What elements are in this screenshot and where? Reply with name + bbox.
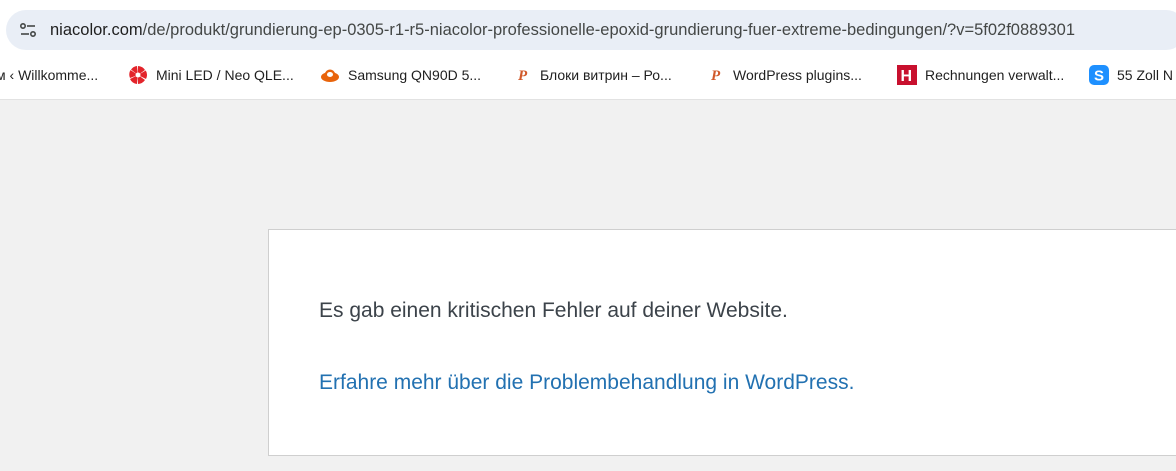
svg-text:S: S	[1094, 68, 1104, 85]
blue-s-icon: S	[1089, 65, 1109, 85]
url-text[interactable]: niacolor.com/de/produkt/grundierung-ep-0…	[50, 20, 1075, 40]
bookmark-samsung[interactable]: Samsung QN90D 5...	[320, 62, 481, 88]
bookmark-label: Mini LED / Neo QLE...	[156, 67, 294, 83]
svg-text:P: P	[518, 68, 528, 84]
orange-hat-icon	[321, 69, 339, 82]
bookmark-55-zoll[interactable]: S 55 Zoll N	[1089, 62, 1173, 88]
bookmark-rechnungen[interactable]: H Rechnungen verwalt...	[897, 62, 1064, 88]
pressable-icon: P	[711, 68, 721, 84]
bookmark-label: WordPress plugins...	[733, 67, 862, 83]
bookmark-label: Блоки витрин – Ро...	[540, 67, 672, 83]
bookmark-label: Samsung QN90D 5...	[348, 67, 482, 83]
url-path: /de/produkt/grundierung-ep-0305-r1-r5-ni…	[142, 21, 1076, 39]
bookmark-willkommen[interactable]: м ‹ Willkomme...	[0, 62, 98, 88]
bookmark-wordpress-plugins[interactable]: P WordPress plugins...	[705, 62, 862, 88]
error-message: Es gab einen kritischen Fehler auf deine…	[319, 299, 788, 322]
bookmarks-bar: м ‹ Willkomme... Mini LED / Neo QLE... S…	[0, 62, 1176, 88]
troubleshooting-link[interactable]: Erfahre mehr über die Problembehandlung …	[319, 371, 854, 395]
bookmark-label: Rechnungen verwalt...	[925, 67, 1065, 83]
address-bar[interactable]: niacolor.com/de/produkt/grundierung-ep-0…	[6, 10, 1176, 50]
bookmark-label: м ‹ Willkomme...	[0, 67, 99, 83]
site-settings-icon[interactable]	[18, 20, 38, 40]
error-card: Es gab einen kritischen Fehler auf deine…	[268, 229, 1176, 456]
browser-chrome: niacolor.com/de/produkt/grundierung-ep-0…	[0, 0, 1176, 100]
bookmark-mini-led[interactable]: Mini LED / Neo QLE...	[128, 62, 294, 88]
red-h-icon: H	[897, 65, 917, 85]
url-host: niacolor.com	[50, 21, 143, 39]
pressable-icon: P	[518, 68, 528, 84]
svg-text:P: P	[711, 68, 721, 84]
bookmark-label: 55 Zoll N	[1117, 67, 1174, 83]
bookmark-bloki-vitrin[interactable]: P Блоки витрин – Ро...	[512, 62, 672, 88]
svg-text:H: H	[901, 68, 913, 85]
red-swirl-icon	[129, 66, 147, 84]
